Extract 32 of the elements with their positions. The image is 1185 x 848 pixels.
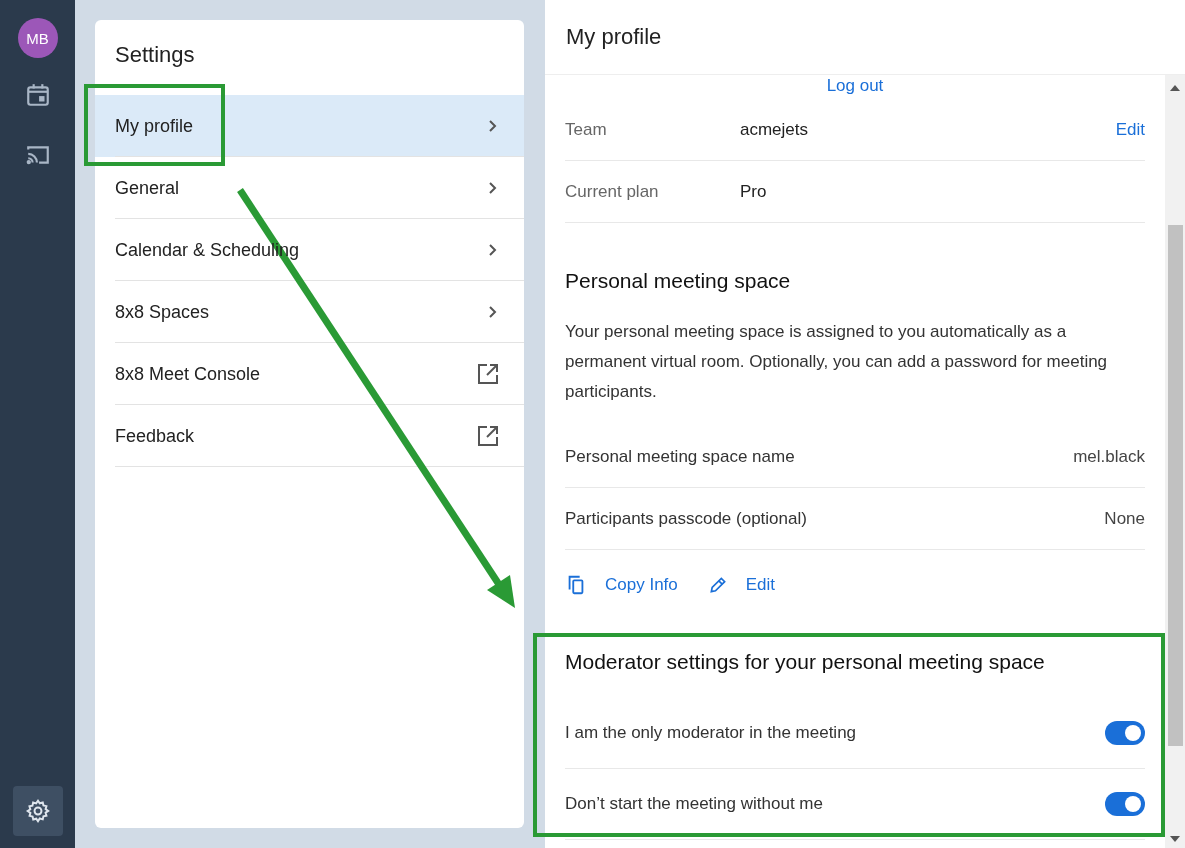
field-label: Personal meeting space name xyxy=(565,446,795,467)
toggle-switch[interactable] xyxy=(1105,792,1145,816)
logout-link[interactable]: Log out xyxy=(826,76,884,95)
scroll-down-icon[interactable] xyxy=(1170,836,1180,842)
user-avatar[interactable]: MB xyxy=(17,18,58,58)
menu-item[interactable]: My profile xyxy=(95,95,524,157)
scroll-up-icon[interactable] xyxy=(1170,85,1180,91)
external-link-icon xyxy=(476,424,500,448)
toggle-label: Don’t start the meeting without me xyxy=(565,794,823,814)
field-value: None xyxy=(1104,508,1145,529)
settings-icon xyxy=(24,798,51,824)
scroll-thumb[interactable] xyxy=(1167,225,1183,746)
copy-info-link[interactable]: Copy Info xyxy=(605,575,678,595)
field-value: Pro xyxy=(740,181,768,202)
toggle-switch[interactable] xyxy=(1105,721,1145,745)
pencil-icon xyxy=(707,575,728,595)
edit-link[interactable]: Edit xyxy=(1115,119,1145,140)
section-description: Your personal meeting space is assigned to you automatically as a permanent virtual room. Optionally, you can add a password for meeting participants. xyxy=(565,321,1109,403)
field-label: Team xyxy=(565,119,608,140)
toggle-label: I am the only moderator in the meeting xyxy=(565,723,857,743)
settings-button[interactable] xyxy=(12,786,63,836)
field-value: mel.black xyxy=(1073,446,1145,467)
calendar-icon xyxy=(24,82,51,108)
panel-title: My profile xyxy=(566,24,662,50)
section-heading: Moderator settings for your personal meeting space xyxy=(565,649,1046,675)
field-value: acmejets xyxy=(740,119,810,140)
field-label: Participants passcode (optional) xyxy=(565,508,807,529)
field-label: Current plan xyxy=(565,181,660,202)
edit-link[interactable]: Edit xyxy=(745,575,776,595)
settings-title: Settings xyxy=(114,41,196,69)
section-heading: Personal meeting space xyxy=(565,268,792,294)
external-link-icon xyxy=(476,362,500,386)
